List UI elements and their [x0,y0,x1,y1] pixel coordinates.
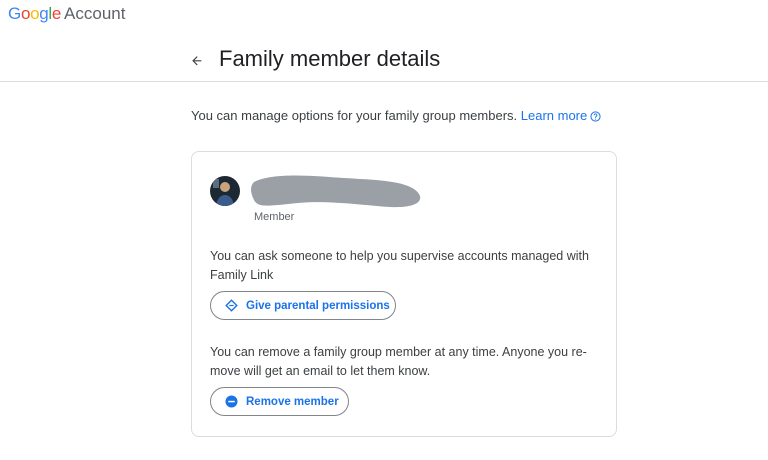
google-logo-text: Google [8,4,62,23]
learn-more-link[interactable]: Learn more [521,108,601,123]
google-account-logo[interactable]: Google Account [8,4,125,24]
back-button[interactable] [186,50,208,72]
intro-description: You can manage options for your family g… [191,108,518,123]
member-card: Member You can ask someone to help you s… [191,151,617,437]
product-name: Account [64,4,126,23]
parental-description: You can ask someone to help you supervis… [210,249,589,282]
avatar [210,176,240,206]
give-parental-permissions-button[interactable]: Give parental permissions [210,291,396,320]
top-bar: Google Account [0,0,768,30]
minus-circle-icon [225,395,238,408]
arrow-back-icon [192,56,202,66]
diamond-icon [225,299,238,312]
redacted-member-name [251,175,421,208]
remove-description: You can remove a family group member at … [210,345,587,378]
page-header: Family member details [0,30,768,82]
learn-more-label: Learn more [520,108,588,123]
intro-text: You can manage options for your family g… [191,108,601,124]
remove-member-button[interactable]: Remove member [210,387,349,416]
give-parental-permissions-label: Give parental permissions [246,299,390,312]
help-circle-icon [590,111,601,122]
remove-member-label: Remove member [246,395,339,408]
member-role: Member [254,211,295,223]
page-title: Family member details [219,46,441,71]
